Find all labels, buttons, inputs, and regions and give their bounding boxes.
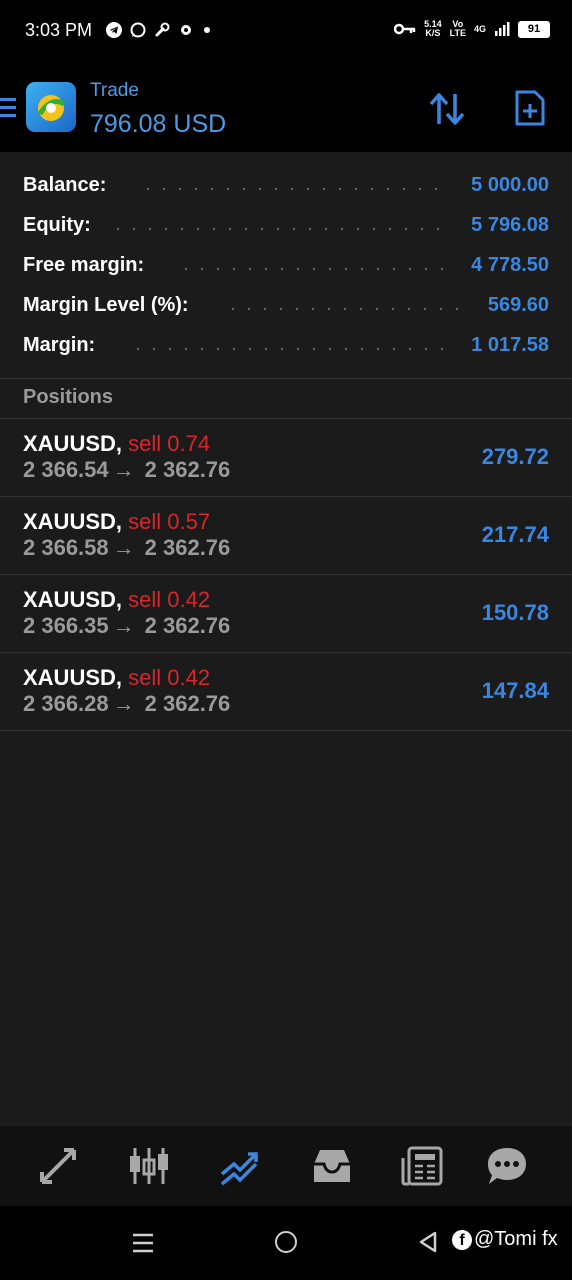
account-summary: Balance: 5 000.00 Equity: 5 796.08 Free … [0, 166, 572, 366]
wrench-icon [155, 22, 170, 37]
margin-level-value: 569.60 [487, 294, 549, 316]
key-icon [394, 23, 416, 35]
chat-icon[interactable] [485, 1144, 529, 1188]
position-symbol: XAUUSD, [23, 431, 123, 456]
balance-value: 5 000.00 [471, 174, 549, 196]
sort-icon[interactable] [428, 92, 466, 126]
current-price: 2 362.76 [144, 691, 231, 716]
dotted-leader [225, 308, 465, 310]
open-price: 2 366.54 [23, 457, 109, 482]
position-row[interactable]: XAUUSD, sell 0.57 2 366.58 → 2 362.76 217.… [0, 497, 572, 575]
open-price: 2 366.35 [23, 613, 109, 638]
back-icon[interactable] [418, 1231, 438, 1253]
open-price: 2 366.58 [23, 535, 109, 560]
summary-row-margin-level: Margin Level (%): 569.60 [0, 286, 572, 326]
app-header: Trade 796.08 USD [0, 64, 572, 152]
dotted-leader [178, 268, 448, 270]
status-bar: 3:03 PM 5.14 K/S Vo LTE 4G 91 [0, 0, 572, 64]
position-type: sell 0.42 [128, 587, 211, 612]
candlestick-icon[interactable] [127, 1144, 171, 1188]
battery-indicator: 91 [518, 20, 550, 38]
position-type: sell 0.42 [128, 665, 211, 690]
position-symbol: XAUUSD, [23, 509, 123, 534]
arrow-icon: → [112, 535, 135, 560]
logo-icon [37, 95, 66, 121]
header-balance: 796.08 USD [90, 110, 227, 138]
new-order-icon[interactable] [514, 90, 546, 126]
home-icon[interactable] [275, 1231, 297, 1253]
quotes-icon[interactable] [36, 1144, 80, 1188]
balance-label: Balance: [23, 174, 107, 196]
system-nav-bar: f @Tomi fx [0, 1206, 572, 1280]
watermark: f @Tomi fx [452, 1228, 558, 1251]
position-profit: 279.72 [481, 444, 549, 469]
menu-icon[interactable] [0, 98, 18, 118]
inbox-icon[interactable] [310, 1144, 354, 1188]
summary-row-margin: Margin: 1 017.58 [0, 326, 572, 366]
settings-icon [181, 25, 191, 35]
position-symbol: XAUUSD, [23, 665, 123, 690]
trade-icon[interactable] [218, 1144, 262, 1188]
volte-indicator: Vo LTE [449, 19, 466, 38]
arrow-icon: → [112, 691, 135, 716]
summary-row-free-margin: Free margin: 4 778.50 [0, 246, 572, 286]
equity-label: Equity: [23, 214, 91, 236]
facebook-icon: f [452, 1229, 472, 1250]
position-row[interactable]: XAUUSD, sell 0.74 2 366.54 → 2 362.76 279.… [0, 419, 572, 497]
position-row[interactable]: XAUUSD, sell 0.42 2 366.35 → 2 362.76 150.… [0, 575, 572, 653]
free-margin-value: 4 778.50 [471, 254, 549, 276]
position-type: sell 0.57 [128, 509, 211, 534]
position-profit: 217.74 [481, 522, 549, 547]
positions-header: Positions [23, 386, 114, 408]
telegram-icon [106, 22, 122, 38]
dotted-leader [140, 188, 445, 190]
summary-row-equity: Equity: 5 796.08 [0, 206, 572, 246]
equity-value: 5 796.08 [471, 214, 549, 236]
position-type: sell 0.74 [128, 431, 211, 456]
news-icon[interactable] [401, 1144, 445, 1188]
position-row[interactable]: XAUUSD, sell 0.42 2 366.28 → 2 362.76 147.… [0, 653, 572, 731]
position-profit: 147.84 [481, 678, 549, 703]
signal-icon [495, 22, 510, 36]
open-price: 2 366.28 [23, 691, 109, 716]
notification-icons [106, 22, 212, 38]
positions-list: XAUUSD, sell 0.74 2 366.54 → 2 362.76 279.… [0, 419, 572, 731]
dot-icon [204, 27, 210, 33]
divider [0, 378, 572, 379]
margin-label: Margin: [23, 334, 96, 356]
margin-level-label: Margin Level (%): [23, 294, 189, 316]
position-symbol: XAUUSD, [23, 587, 123, 612]
free-margin-label: Free margin: [23, 254, 145, 276]
summary-row-balance: Balance: 5 000.00 [0, 166, 572, 206]
current-price: 2 362.76 [144, 535, 231, 560]
margin-value: 1 017.58 [471, 334, 549, 356]
current-price: 2 362.76 [144, 457, 231, 482]
metatrader-logo[interactable] [26, 82, 76, 132]
current-price: 2 362.76 [144, 613, 231, 638]
dotted-leader [130, 348, 445, 350]
arrow-icon: → [112, 457, 135, 482]
network-speed: 5.14 K/S [424, 19, 442, 38]
arrow-icon: → [112, 613, 135, 638]
header-title: Trade [90, 80, 139, 101]
status-time: 3:03 PM [25, 20, 93, 40]
network-type: 4G [473, 23, 486, 34]
position-profit: 150.78 [481, 600, 549, 625]
recent-apps-icon[interactable] [132, 1232, 154, 1254]
dotted-leader [110, 228, 445, 230]
whatsapp-icon [130, 22, 146, 38]
bottom-nav [0, 1126, 572, 1206]
